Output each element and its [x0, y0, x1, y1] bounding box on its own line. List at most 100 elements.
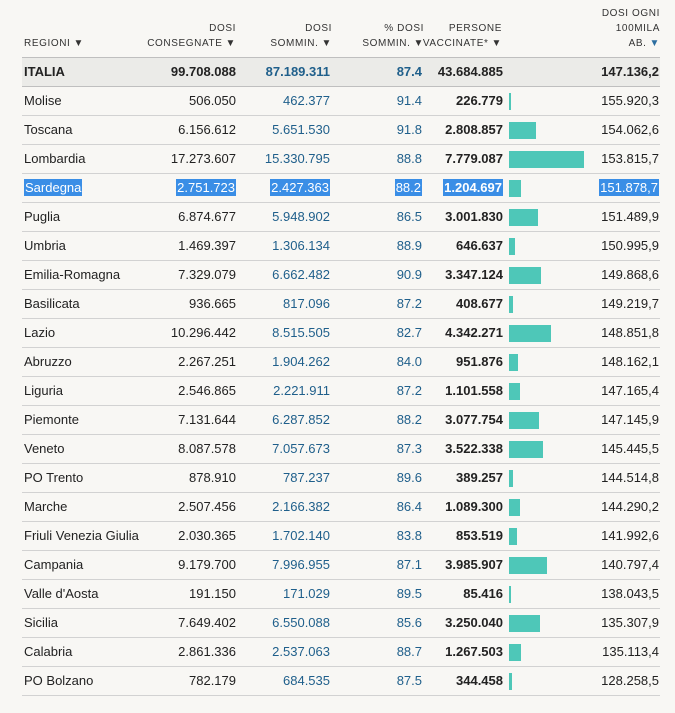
- table-row[interactable]: Liguria 2.546.865 2.221.911 87.2 1.101.558 14…: [22, 377, 660, 406]
- persone-vaccinate: 3.001.830: [445, 209, 503, 224]
- dosi-100mila: 147.165,4: [601, 383, 659, 398]
- region-name: Marche: [24, 499, 68, 514]
- dosi-somministrate: 2.537.063: [272, 644, 330, 659]
- persone-vaccinate: 43.684.885: [437, 64, 503, 79]
- sort-header-consegnate[interactable]: DOSI CONSEGNATE ▼: [126, 21, 236, 51]
- persone-vaccinate: 3.250.040: [445, 615, 503, 630]
- table-row[interactable]: Campania 9.179.700 7.996.955 87.1 3.985.907 1…: [22, 551, 660, 580]
- total-row: ITALIA 99.708.088 87.189.311 87.4 43.684…: [22, 58, 660, 87]
- pct-somministrate: 86.5: [396, 209, 422, 224]
- table-row[interactable]: Calabria 2.861.336 2.537.063 88.7 1.267.503 1…: [22, 638, 660, 667]
- header-label: PERSONE: [448, 23, 502, 34]
- vaccine-table: REGIONI ▼ DOSI CONSEGNATE ▼ DOSI SOMMIN. ▼ …: [22, 0, 660, 696]
- region-name: Puglia: [24, 209, 61, 224]
- persone-bar: [509, 673, 512, 690]
- table-row[interactable]: Umbria 1.469.397 1.306.134 88.9 646.637 150.9…: [22, 232, 660, 261]
- dosi-100mila: 145.445,5: [601, 441, 659, 456]
- sort-header-dosi-100mila[interactable]: DOSI OGNI 100MILA AB. ▼: [570, 6, 660, 51]
- persone-bar: [509, 412, 539, 429]
- table-row[interactable]: Lazio 10.296.442 8.515.505 82.7 4.342.271 148…: [22, 319, 660, 348]
- persone-bar: [509, 615, 540, 632]
- pct-somministrate: 84.0: [396, 354, 422, 369]
- pct-somministrate: 89.5: [396, 586, 422, 601]
- dosi-somministrate: 15.330.795: [264, 151, 330, 166]
- table-row[interactable]: PO Trento 878.910 787.237 89.6 389.257 144.51…: [22, 464, 660, 493]
- dosi-100mila: 140.797,4: [601, 557, 659, 572]
- header-label: SOMMIN.: [270, 38, 319, 49]
- persone-vaccinate: 344.458: [456, 673, 503, 688]
- table-row[interactable]: Sardegna 2.751.723 2.427.363 88.2 1.204.697 1…: [22, 174, 660, 203]
- pct-somministrate: 91.8: [396, 122, 422, 137]
- dosi-somministrate: 6.287.852: [272, 412, 330, 427]
- region-name: Campania: [24, 557, 84, 572]
- region-name: Lazio: [24, 325, 56, 340]
- dosi-100mila: 141.992,6: [601, 528, 659, 543]
- sort-down-icon: ▼: [649, 38, 660, 49]
- table-row[interactable]: PO Bolzano 782.179 684.535 87.5 344.458 128.2…: [22, 667, 660, 696]
- dosi-somministrate: 1.702.140: [272, 528, 330, 543]
- pct-somministrate: 83.8: [396, 528, 422, 543]
- sort-header-somministrate[interactable]: DOSI SOMMIN. ▼: [242, 21, 332, 51]
- persone-bar: [509, 586, 511, 603]
- persone-vaccinate: 7.779.087: [445, 151, 503, 166]
- table-row[interactable]: Sicilia 7.649.402 6.550.088 85.6 3.250.040 13…: [22, 609, 660, 638]
- dosi-100mila: 153.815,7: [601, 151, 659, 166]
- region-name: PO Bolzano: [24, 673, 94, 688]
- region-name: Basilicata: [24, 296, 80, 311]
- table-row[interactable]: Piemonte 7.131.644 6.287.852 88.2 3.077.754 1…: [22, 406, 660, 435]
- persone-vaccinate: 3.522.338: [445, 441, 503, 456]
- sort-header-region[interactable]: REGIONI ▼: [24, 36, 84, 51]
- dosi-somministrate: 171.029: [283, 586, 330, 601]
- dosi-consegnate: 99.708.088: [170, 64, 236, 79]
- dosi-100mila: 128.258,5: [601, 673, 659, 688]
- dosi-consegnate: 506.050: [189, 93, 236, 108]
- region-name: Toscana: [24, 122, 73, 137]
- table-row[interactable]: Lombardia 17.273.607 15.330.795 88.8 7.779.0…: [22, 145, 660, 174]
- dosi-consegnate: 878.910: [189, 470, 236, 485]
- table-row[interactable]: Puglia 6.874.677 5.948.902 86.5 3.001.830 151…: [22, 203, 660, 232]
- table-row[interactable]: Basilicata 936.665 817.096 87.2 408.677 149.2…: [22, 290, 660, 319]
- dosi-100mila: 151.878,7: [599, 179, 659, 196]
- dosi-100mila: 150.995,9: [601, 238, 659, 253]
- dosi-consegnate: 2.507.456: [178, 499, 236, 514]
- dosi-somministrate: 7.996.955: [272, 557, 330, 572]
- persone-bar: [509, 238, 515, 255]
- table-row[interactable]: Friuli Venezia Giulia 2.030.365 1.702.140 8…: [22, 522, 660, 551]
- sort-down-icon: ▼: [321, 38, 332, 49]
- pct-somministrate: 86.4: [396, 499, 422, 514]
- table-row[interactable]: Toscana 6.156.612 5.651.530 91.8 2.808.857 15…: [22, 116, 660, 145]
- region-name: Umbria: [24, 238, 66, 253]
- sort-header-persone[interactable]: PERSONE VACCINATE* ▼: [412, 21, 502, 51]
- dosi-100mila: 147.145,9: [601, 412, 659, 427]
- table-row[interactable]: Molise 506.050 462.377 91.4 226.779 155.920,3: [22, 87, 660, 116]
- table-row[interactable]: Veneto 8.087.578 7.057.673 87.3 3.522.338 145…: [22, 435, 660, 464]
- header-label: 100MILA: [615, 23, 660, 34]
- region-name: Friuli Venezia Giulia: [24, 528, 139, 543]
- pct-somministrate: 87.2: [396, 383, 422, 398]
- table-row[interactable]: Emilia-Romagna 7.329.079 6.662.482 90.9 3.34…: [22, 261, 660, 290]
- dosi-100mila: 148.162,1: [601, 354, 659, 369]
- persone-bar: [509, 151, 584, 168]
- dosi-consegnate: 2.751.723: [176, 179, 236, 196]
- dosi-consegnate: 2.267.251: [178, 354, 236, 369]
- pct-somministrate: 87.3: [396, 441, 422, 456]
- persone-vaccinate: 3.347.124: [445, 267, 503, 282]
- region-name: Calabria: [24, 644, 73, 659]
- header-label: AB.: [628, 38, 647, 49]
- dosi-100mila: 149.219,7: [601, 296, 659, 311]
- dosi-100mila: 147.136,2: [601, 64, 659, 79]
- persone-bar: [509, 93, 511, 110]
- header-label: REGIONI: [24, 38, 71, 49]
- table-row[interactable]: Valle d'Aosta 191.150 171.029 89.5 85.416 138…: [22, 580, 660, 609]
- table-row[interactable]: Marche 2.507.456 2.166.382 86.4 1.089.300 144…: [22, 493, 660, 522]
- table-header: REGIONI ▼ DOSI CONSEGNATE ▼ DOSI SOMMIN. ▼ …: [22, 0, 660, 58]
- pct-somministrate: 88.7: [396, 644, 422, 659]
- persone-vaccinate: 3.985.907: [445, 557, 503, 572]
- persone-bar: [509, 499, 520, 516]
- table-row[interactable]: Abruzzo 2.267.251 1.904.262 84.0 951.876 148.…: [22, 348, 660, 377]
- dosi-consegnate: 2.546.865: [178, 383, 236, 398]
- dosi-somministrate: 87.189.311: [265, 64, 330, 79]
- persone-bar: [509, 383, 520, 400]
- persone-bar: [509, 122, 536, 139]
- persone-bar: [509, 209, 538, 226]
